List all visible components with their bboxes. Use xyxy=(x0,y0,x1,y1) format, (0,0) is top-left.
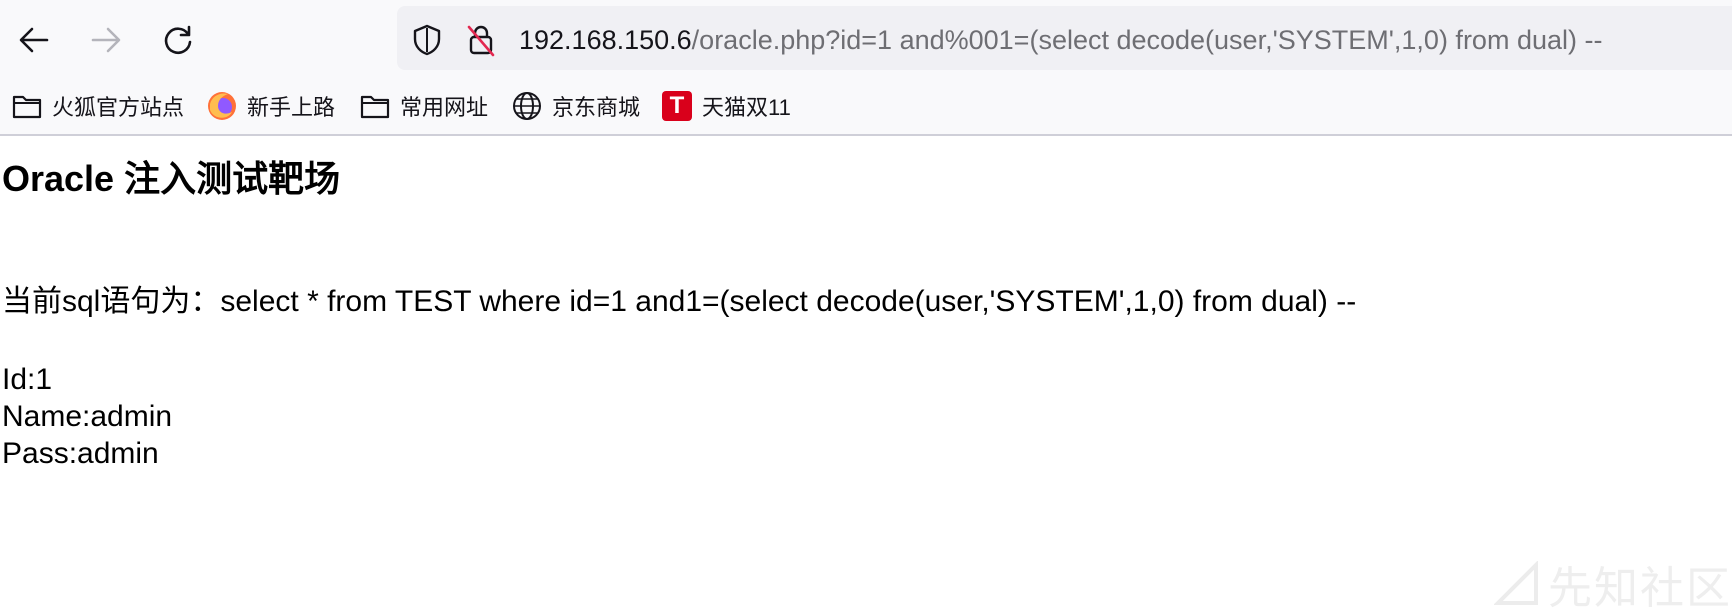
record-pass: Pass:admin xyxy=(2,437,159,470)
reload-button[interactable] xyxy=(154,16,202,64)
bookmark-tmall[interactable]: T 天猫双11 xyxy=(660,88,791,124)
sql-prefix: 当前sql语句为： xyxy=(2,285,221,318)
url-text[interactable]: 192.168.150.6/oracle.php?id=1 and%001=(s… xyxy=(519,24,1602,56)
record-id: Id:1 xyxy=(2,363,53,396)
reload-icon xyxy=(164,25,192,55)
bookmark-getting-started[interactable]: 新手上路 xyxy=(205,88,335,124)
insecure-lock-icon[interactable] xyxy=(463,22,499,58)
bookmark-label: 常用网址 xyxy=(400,95,489,120)
arrow-right-icon xyxy=(91,27,121,53)
bookmark-common-sites[interactable]: 常用网址 xyxy=(358,88,488,124)
tracking-protection-shield-icon[interactable] xyxy=(409,22,445,58)
address-bar[interactable]: 192.168.150.6/oracle.php?id=1 and%001=(s… xyxy=(397,6,1732,70)
back-button[interactable] xyxy=(10,16,58,64)
bookmark-label: 天猫双11 xyxy=(702,95,791,120)
arrow-left-icon xyxy=(19,27,49,53)
forward-button[interactable] xyxy=(82,16,130,64)
folder-icon xyxy=(10,89,44,123)
bookmark-label: 火狐官方站点 xyxy=(52,95,185,120)
browser-toolbar: 192.168.150.6/oracle.php?id=1 and%001=(s… xyxy=(0,0,1732,78)
bookmark-jd-mall[interactable]: 京东商城 xyxy=(510,88,640,124)
bookmark-firefox-official[interactable]: 火狐官方站点 xyxy=(10,88,184,124)
watermark: 先知社区 xyxy=(1494,552,1732,616)
globe-icon xyxy=(510,89,544,123)
url-path: /oracle.php?id=1 and%001=(select decode(… xyxy=(691,25,1603,55)
sql-statement-line: 当前sql语句为：select * from TEST where id=1 a… xyxy=(2,282,1356,322)
watermark-logo-icon xyxy=(1494,561,1538,605)
bookmark-label: 新手上路 xyxy=(247,95,336,120)
bookmarks-toolbar: 火狐官方站点 新手上路 常用网址 京东商城 T 天猫双11 xyxy=(0,78,1732,136)
bookmark-label: 京东商城 xyxy=(552,95,641,120)
page-title: Oracle 注入测试靶场 xyxy=(2,158,341,199)
tmall-badge: T xyxy=(662,91,692,121)
watermark-text: 先知社区 xyxy=(1548,564,1732,613)
tmall-icon: T xyxy=(660,89,694,123)
firefox-icon xyxy=(205,89,239,123)
record-name: Name:admin xyxy=(2,400,173,433)
sql-statement: select * from TEST where id=1 and1=(sele… xyxy=(220,285,1357,318)
folder-icon xyxy=(358,89,392,123)
url-host: 192.168.150.6 xyxy=(519,25,692,55)
